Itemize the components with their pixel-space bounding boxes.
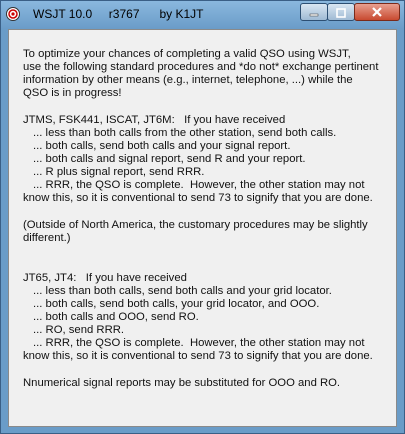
help-text: To optimize your chances of completing a…: [23, 48, 393, 390]
section-jtms: JTMS, FSK441, ISCAT, JT6M: If you have r…: [23, 114, 393, 205]
intro-line: To optimize your chances of completing a…: [23, 48, 351, 60]
procedure-item: ... RRR, the QSO is complete. However, t…: [33, 337, 365, 349]
section-jt65: JT65, JT4: If you have received ... less…: [23, 272, 393, 363]
maximize-icon: [336, 3, 346, 22]
radio-app-icon[interactable]: [5, 6, 21, 22]
intro-line: QSO is in progress!: [23, 87, 122, 99]
procedure-item: ... both calls and OOO, send RO.: [33, 311, 199, 323]
title-bar[interactable]: WSJT 10.0 r3767 by K1JT: [1, 1, 404, 29]
footer-paragraph: Nnumerical signal reports may be substit…: [23, 377, 393, 390]
intro-paragraph: To optimize your chances of completing a…: [23, 48, 393, 100]
procedure-item: ... both calls, send both calls, your gr…: [33, 298, 320, 310]
window-title: WSJT 10.0 r3767 by K1JT: [33, 7, 204, 21]
procedure-item: ... less than both calls, send both call…: [33, 285, 332, 297]
note-line: (Outside of North America, the customary…: [23, 219, 368, 231]
procedure-item: ... RO, send RRR.: [33, 324, 125, 336]
maximize-button[interactable]: [327, 3, 355, 21]
minimize-icon: [309, 3, 319, 22]
note-line: different.): [23, 232, 71, 244]
procedure-item: ... R plus signal report, send RRR.: [33, 166, 205, 178]
procedure-item: ... both calls, send both calls and your…: [33, 140, 291, 152]
intro-line: information by other means (e.g., intern…: [23, 74, 353, 86]
procedure-tail: know this, so it is conventional to send…: [23, 192, 373, 204]
close-icon: [371, 3, 383, 22]
note-paragraph: (Outside of North America, the customary…: [23, 219, 393, 245]
app-window: WSJT 10.0 r3767 by K1JT To optimize your…: [0, 0, 405, 434]
section-header: JT65, JT4: If you have received: [23, 272, 187, 284]
footer-line: Nnumerical signal reports may be substit…: [23, 377, 341, 389]
minimize-button[interactable]: [300, 3, 328, 21]
close-button[interactable]: [354, 3, 400, 21]
procedure-item: ... less than both calls from the other …: [33, 127, 337, 139]
procedure-tail: know this, so it is conventional to send…: [23, 350, 373, 362]
procedure-item: ... RRR, the QSO is complete. However, t…: [33, 179, 365, 191]
section-header: JTMS, FSK441, ISCAT, JT6M: If you have r…: [23, 114, 286, 126]
procedure-item: ... both calls and signal report, send R…: [33, 153, 306, 165]
help-text-panel: To optimize your chances of completing a…: [8, 29, 397, 427]
intro-line: use the following standard procedures an…: [23, 61, 379, 73]
